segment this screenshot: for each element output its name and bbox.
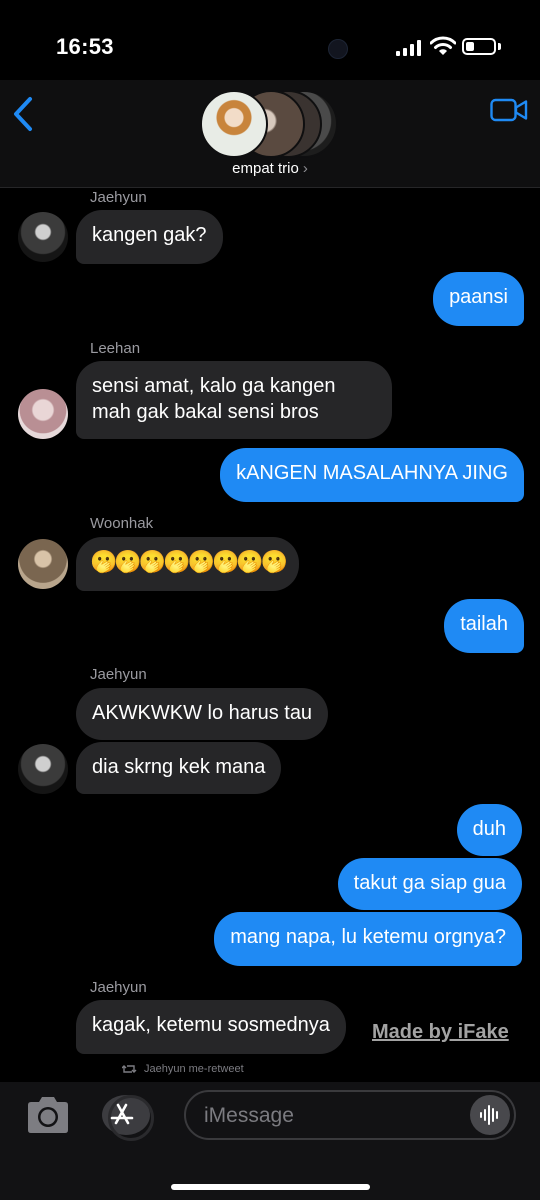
video-call-icon[interactable] — [490, 98, 528, 122]
message-bubble[interactable]: takut ga siap gua — [337, 858, 522, 910]
retweet-note: Jaehyun me-retweet — [122, 1063, 244, 1075]
sender-name: Jaehyun — [90, 666, 147, 683]
message-bubble[interactable]: 🫢🫢🫢🫢🫢🫢🫢🫢 — [76, 537, 300, 591]
status-time: 16:53 — [56, 34, 114, 59]
message-bubble[interactable]: kangen gak? — [76, 210, 223, 264]
waveform-icon — [480, 1105, 498, 1125]
sender-name: Jaehyun — [90, 979, 147, 996]
chevron-right-icon: › — [302, 160, 308, 177]
battery-tip — [498, 43, 501, 50]
battery-level — [466, 42, 474, 51]
message-bubble[interactable]: duh — [456, 804, 522, 856]
message-bubble[interactable]: mang napa, lu ketemu orgnya? — [214, 912, 522, 966]
sender-name: Woonhak — [90, 515, 154, 532]
group-name-label: empat trio — [232, 160, 299, 177]
message-bubble[interactable]: dia skrng kek mana — [76, 742, 282, 794]
camera-icon[interactable] — [24, 1096, 72, 1134]
message-bubble[interactable]: paansi — [433, 272, 524, 326]
wifi-icon — [430, 36, 456, 55]
header-divider — [0, 187, 540, 188]
avatar-jaehyun[interactable] — [18, 212, 68, 262]
sender-name: Leehan — [90, 340, 141, 357]
group-avatar-1 — [200, 90, 268, 158]
group-name[interactable]: empat trio › — [0, 160, 540, 177]
camera-dot-icon — [328, 39, 348, 59]
sender-name: Jaehyun — [90, 189, 147, 206]
battery-icon — [462, 38, 496, 55]
cellular-signal-icon — [396, 40, 421, 56]
avatar-jaehyun[interactable] — [18, 744, 68, 794]
imessage-placeholder[interactable]: iMessage — [204, 1104, 294, 1128]
retweet-text: Jaehyun me-retweet — [144, 1063, 244, 1075]
back-chevron-icon[interactable] — [10, 96, 36, 132]
home-indicator[interactable] — [171, 1184, 370, 1190]
audio-message-icon[interactable] — [470, 1095, 510, 1135]
avatar-leehan[interactable] — [18, 389, 68, 439]
app-store-icon[interactable] — [102, 1095, 154, 1141]
app-store-glyph-icon — [110, 1103, 134, 1125]
message-bubble[interactable]: sensi amat, kalo ga kangen mah gak bakal… — [76, 361, 392, 439]
message-bubble[interactable]: AKWKWKW lo harus tau — [76, 688, 329, 740]
message-bubble[interactable]: kANGEN MASALAHNYA JING — [220, 448, 524, 502]
dynamic-island — [178, 22, 362, 76]
retweet-icon — [122, 1065, 137, 1073]
message-bubble[interactable]: tailah — [444, 599, 524, 653]
watermark-link[interactable]: Made by iFake — [372, 1021, 509, 1044]
avatar-woonhak[interactable] — [18, 539, 68, 589]
message-bubble[interactable]: kagak, ketemu sosmednya — [76, 1000, 346, 1054]
